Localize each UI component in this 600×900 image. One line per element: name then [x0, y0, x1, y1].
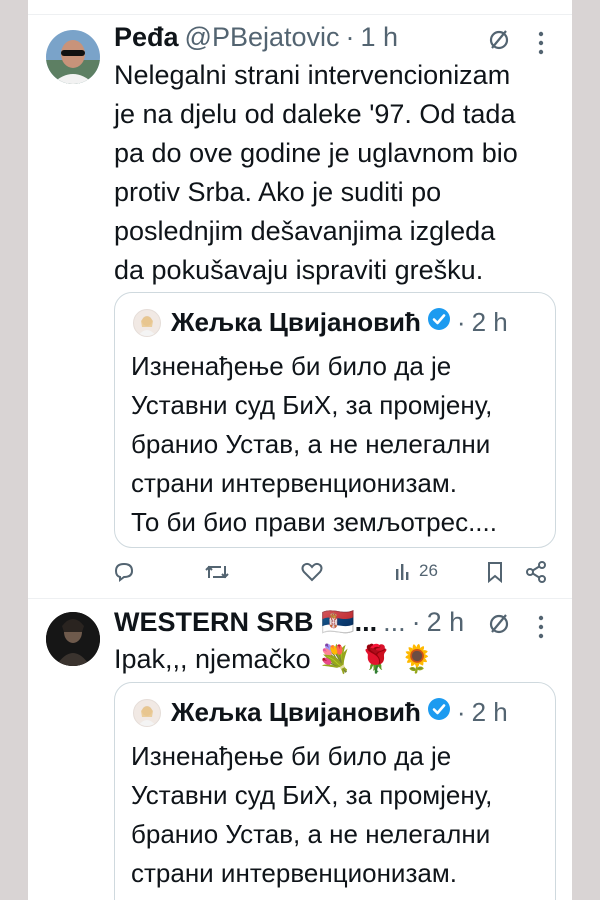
bookmark-icon[interactable] — [484, 560, 506, 584]
quoted-author-name: Жељка Цвијановић — [171, 697, 421, 727]
tweet-text: Nelegalni strani intervencionizam je na … — [114, 60, 518, 285]
quoted-tweet[interactable]: Жељка Цвијановић · 2 h Изненађење би бил… — [114, 682, 556, 900]
timeline: Peđa @PBejatovic · 1 h Nelegalni strani … — [28, 0, 572, 900]
quoted-timestamp: 2 h — [471, 307, 508, 337]
like-icon[interactable] — [300, 560, 324, 584]
quoted-tweet-header: Жељка Цвијановић · 2 h — [133, 697, 508, 728]
author-name[interactable]: Peđa — [114, 22, 179, 53]
separator-dot: · — [456, 307, 466, 337]
name-truncation: ... — [383, 607, 406, 637]
quoted-avatar[interactable] — [133, 698, 161, 727]
separator-dot: · — [345, 22, 355, 52]
top-divider — [28, 14, 572, 15]
retweet-icon[interactable] — [204, 560, 230, 584]
quoted-tweet-header: Жељка Цвијановић · 2 h — [133, 307, 508, 338]
tweet-text: Ipak,,, njemačko 💐 🌹 🌻 — [114, 644, 434, 674]
quoted-tweet-text: Изненађење би било да је Уставни суд БиХ… — [131, 741, 497, 900]
separator-dot: · — [456, 697, 466, 727]
quoted-avatar[interactable] — [133, 308, 161, 337]
reply-icon[interactable] — [112, 560, 136, 584]
author-name[interactable]: WESTERN SRB 🇷🇸... — [114, 606, 377, 638]
quoted-tweet-text: Изненађење би било да је Уставни суд БиХ… — [131, 351, 497, 537]
views-count: 26 — [419, 561, 438, 580]
quoted-author-name: Жељка Цвијановић — [171, 307, 421, 337]
views-icon — [396, 564, 409, 580]
tweet-header: WESTERN SRB 🇷🇸... ... · 2 h — [114, 606, 464, 638]
tweet-divider — [28, 598, 572, 599]
separator-dot: · — [411, 607, 421, 637]
verified-badge-icon — [427, 307, 451, 338]
avatar[interactable] — [46, 30, 100, 84]
timestamp[interactable]: 1 h — [361, 22, 399, 53]
timestamp[interactable]: 2 h — [427, 607, 465, 638]
more-options-icon[interactable] — [536, 30, 546, 56]
tweet-actions: 26 — [112, 560, 558, 590]
views-button[interactable]: 26 — [394, 560, 438, 582]
author-handle[interactable]: @PBejatovic — [185, 22, 340, 53]
mute-icon[interactable] — [486, 26, 512, 57]
verified-badge-icon — [427, 697, 451, 728]
tweet-header: Peđa @PBejatovic · 1 h — [114, 22, 398, 53]
quoted-tweet[interactable]: Жељка Цвијановић · 2 h Изненађење би бил… — [114, 292, 556, 548]
mute-icon[interactable] — [486, 610, 512, 641]
more-options-icon[interactable] — [536, 614, 546, 640]
avatar[interactable] — [46, 612, 100, 666]
quoted-timestamp: 2 h — [471, 697, 508, 727]
share-icon[interactable] — [524, 560, 548, 584]
